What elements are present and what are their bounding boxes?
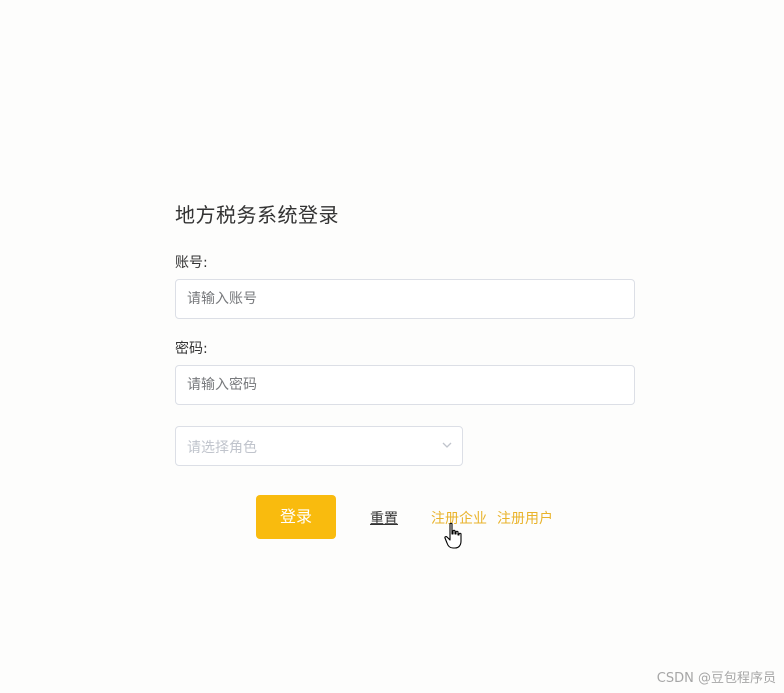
login-button[interactable]: 登录 (256, 495, 336, 539)
role-select-placeholder: 请选择角色 (187, 440, 257, 456)
password-label: 密码: (175, 341, 208, 357)
login-page: 地方税务系统登录 账号: 密码: 请选择角色 登录 重置 注册企业 注册用户 C… (0, 0, 784, 693)
role-select[interactable]: 请选择角色 (175, 426, 463, 466)
watermark: CSDN @豆包程序员 (656, 671, 776, 686)
page-title: 地方税务系统登录 (175, 203, 339, 227)
account-input[interactable] (175, 279, 635, 319)
account-label: 账号: (175, 255, 208, 271)
reset-link[interactable]: 重置 (370, 508, 398, 528)
hand-pointer-icon (444, 522, 464, 550)
register-user-link[interactable]: 注册用户 (497, 508, 553, 528)
chevron-down-icon (442, 441, 452, 449)
password-input[interactable] (175, 365, 635, 405)
